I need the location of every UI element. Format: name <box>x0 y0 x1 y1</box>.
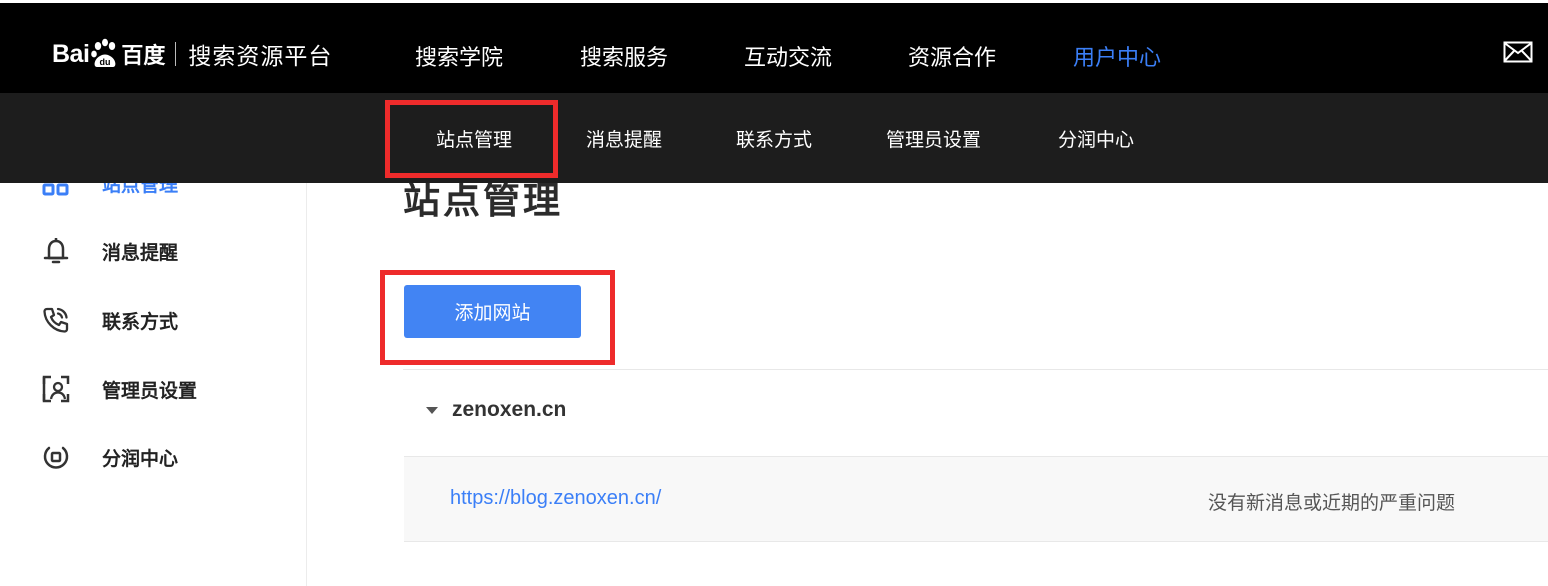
top-nav-interaction[interactable]: 互动交流 <box>744 40 832 72</box>
baidu-logo[interactable]: Bai du 百度 搜索资源平台 <box>52 37 332 71</box>
add-website-button[interactable]: 添加网站 <box>404 285 581 338</box>
subnav-site-management[interactable]: 站点管理 <box>436 125 512 152</box>
user-center-dropdown: 站点管理 消息提醒 联系方式 管理员设置 分润中心 <box>0 93 1548 183</box>
sidebar-item-notifications[interactable]: 消息提醒 <box>40 235 178 267</box>
sidebar-item-label: 管理员设置 <box>102 379 198 402</box>
subnav-contact[interactable]: 联系方式 <box>736 125 812 152</box>
sidebar-item-contact[interactable]: 联系方式 <box>40 304 178 336</box>
top-nav-search-services[interactable]: 搜索服务 <box>580 40 668 72</box>
sidebar-item-admin-settings[interactable]: 管理员设置 <box>40 373 197 405</box>
admin-user-icon <box>40 373 72 405</box>
sidebar-item-label: 分润中心 <box>102 447 179 470</box>
platform-title: 搜索资源平台 <box>188 44 333 70</box>
caret-down-icon <box>426 406 438 414</box>
top-nav-user-center[interactable]: 用户中心 <box>1073 40 1161 72</box>
subnav-notifications[interactable]: 消息提醒 <box>586 125 662 152</box>
sidebar: 站点管理 消息提醒 联系方式 管理员设置 分润中心 <box>0 170 307 586</box>
logo-text-cn: 百度 <box>121 44 166 69</box>
logo-text-latin: Bai <box>52 39 90 68</box>
subnav-revenue-center[interactable]: 分润中心 <box>1058 125 1134 152</box>
site-url-link[interactable]: https://blog.zenoxen.cn/ <box>450 487 661 510</box>
mail-icon[interactable] <box>1503 41 1533 63</box>
site-group-name: zenoxen.cn <box>452 398 567 421</box>
phone-icon <box>40 304 72 336</box>
site-status-text: 没有新消息或近期的严重问题 <box>1208 492 1456 514</box>
top-navigation-bar: Bai du 百度 搜索资源平台 搜索学院 搜索服务 互动交流 资源合作 用户中… <box>0 0 1548 93</box>
svg-text:du: du <box>100 57 111 67</box>
top-nav-search-academy[interactable]: 搜索学院 <box>415 40 503 72</box>
divider <box>403 369 1548 370</box>
site-group-header[interactable]: zenoxen.cn <box>426 398 566 422</box>
sidebar-item-label: 消息提醒 <box>102 241 179 264</box>
bell-icon <box>40 235 72 267</box>
top-nav-resource-cooperation[interactable]: 资源合作 <box>908 40 996 72</box>
table-row: https://blog.zenoxen.cn/ 没有新消息或近期的严重问题 <box>404 456 1548 542</box>
revenue-icon <box>40 441 72 473</box>
logo-separator <box>175 42 177 66</box>
sidebar-item-label: 联系方式 <box>102 310 179 333</box>
subnav-admin-settings[interactable]: 管理员设置 <box>886 125 981 152</box>
paw-icon: du <box>91 38 116 67</box>
sidebar-item-revenue-center[interactable]: 分润中心 <box>40 441 178 473</box>
